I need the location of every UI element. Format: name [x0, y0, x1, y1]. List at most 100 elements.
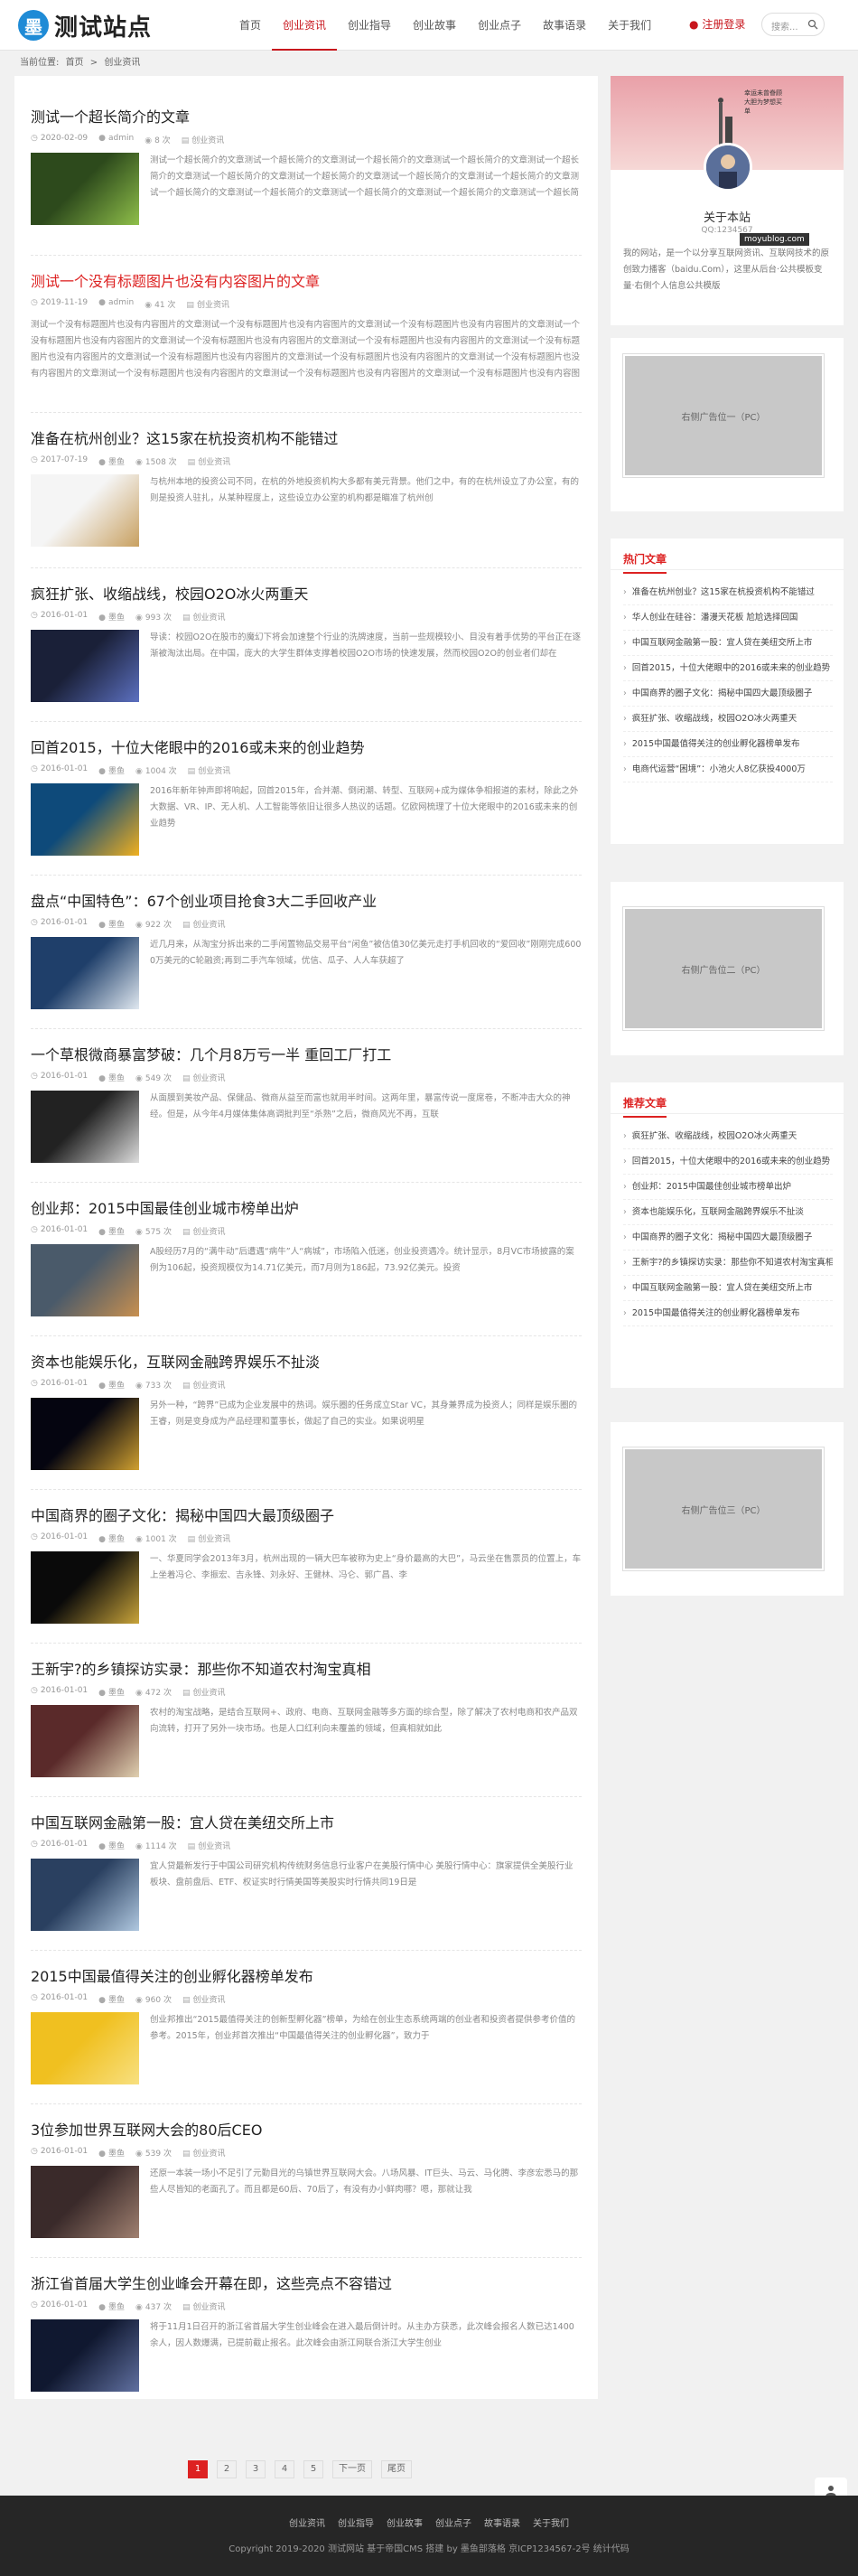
article-category[interactable]: ▤ 创业资讯	[182, 918, 226, 930]
article-author[interactable]: ● 墨鱼	[98, 1532, 125, 1544]
article-category[interactable]: ▤ 创业资讯	[182, 1686, 226, 1698]
register-login-link[interactable]: ● 注册登录	[689, 16, 745, 32]
article-thumbnail[interactable]	[31, 1244, 139, 1316]
article-category[interactable]: ▤ 创业资讯	[188, 1532, 231, 1544]
article-author[interactable]: ● 墨鱼	[98, 1225, 125, 1237]
article-title[interactable]: 浙江省首届大学生创业峰会开幕在即，这些亮点不容错过	[31, 2272, 582, 2293]
article-category[interactable]: ▤ 创业资讯	[182, 2147, 226, 2159]
nav-item-startup-news[interactable]: 创业资讯	[272, 0, 338, 51]
breadcrumb-current[interactable]: 创业资讯	[104, 58, 140, 68]
article-author[interactable]: ● 墨鱼	[98, 764, 125, 776]
nav-item-about[interactable]: 关于我们	[597, 0, 662, 51]
article-thumbnail[interactable]	[31, 2319, 139, 2392]
article-author[interactable]: ● 墨鱼	[98, 1379, 125, 1391]
nav-item-startup-ideas[interactable]: 创业点子	[467, 0, 532, 51]
recommended-article-link[interactable]: 2015中国最值得关注的创业孵化器榜单发布	[623, 1301, 833, 1326]
footer-link[interactable]: 创业故事	[387, 2515, 423, 2529]
article-thumbnail[interactable]	[31, 2166, 139, 2238]
page-3[interactable]: 3	[246, 2460, 266, 2478]
footer-link[interactable]: 创业点子	[435, 2515, 471, 2529]
article-title[interactable]: 一个草根微商暴富梦破：几个月8万亏一半 重回工厂打工	[31, 1043, 582, 1064]
hot-article-link[interactable]: 中国商界的圈子文化：揭秘中国四大最顶级圈子	[623, 681, 833, 707]
article-author[interactable]: ● 墨鱼	[98, 918, 125, 930]
site-logo[interactable]: 墨 测试站点	[18, 9, 152, 42]
article-title[interactable]: 测试一个超长简介的文章	[31, 105, 582, 126]
page-1[interactable]: 1	[188, 2460, 208, 2478]
article-title[interactable]: 王新宇?的乡镇探访实录：那些你不知道农村淘宝真相	[31, 1657, 582, 1679]
article-author[interactable]: ● admin	[98, 298, 134, 310]
article-thumbnail[interactable]	[31, 783, 139, 856]
article-thumbnail[interactable]	[31, 1551, 139, 1624]
article-author[interactable]: ● 墨鱼	[98, 1686, 125, 1698]
article-title[interactable]: 2015中国最值得关注的创业孵化器榜单发布	[31, 1964, 582, 1986]
hot-article-link[interactable]: 准备在杭州创业？这15家在杭投资机构不能错过	[623, 580, 833, 605]
recommended-article-link[interactable]: 中国商界的圈子文化：揭秘中国四大最顶级圈子	[623, 1225, 833, 1251]
hot-article-link[interactable]: 电商代运营“困境”：小池火人8亿获投4000万	[623, 757, 833, 782]
nav-item-home[interactable]: 首页	[228, 0, 272, 51]
article-title[interactable]: 中国商界的圈子文化：揭秘中国四大最顶级圈子	[31, 1503, 582, 1525]
ad-slot-3[interactable]: 右侧广告位三（PC）	[622, 1447, 825, 1571]
article-thumbnail[interactable]	[31, 1091, 139, 1163]
next-page-button[interactable]: 下一页	[332, 2460, 372, 2478]
article-title[interactable]: 回首2015，十位大佬眼中的2016或未来的创业趋势	[31, 735, 582, 757]
article-author[interactable]: ● 墨鱼	[98, 611, 125, 623]
article-category[interactable]: ▤ 创业资讯	[182, 1993, 226, 2005]
nav-item-startup-guide[interactable]: 创业指导	[337, 0, 402, 51]
hot-article-link[interactable]: 2015中国最值得关注的创业孵化器榜单发布	[623, 732, 833, 757]
footer-link[interactable]: 关于我们	[533, 2515, 569, 2529]
article-title[interactable]: 测试一个没有标题图片也没有内容图片的文章	[31, 269, 582, 291]
breadcrumb-home[interactable]: 首页	[66, 58, 84, 68]
article-category[interactable]: ▤ 创业资讯	[188, 455, 231, 467]
footer-link[interactable]: 创业指导	[338, 2515, 374, 2529]
nav-item-startup-stories[interactable]: 创业故事	[402, 0, 467, 51]
article-category[interactable]: ▤ 创业资讯	[182, 2300, 226, 2312]
article-category[interactable]: ▤ 创业资讯	[182, 1379, 226, 1391]
hot-article-link[interactable]: 疯狂扩张、收缩战线，校园O2O冰火两重天	[623, 707, 833, 732]
nav-item-quotes[interactable]: 故事语录	[532, 0, 597, 51]
article-thumbnail[interactable]	[31, 1398, 139, 1470]
article-category[interactable]: ▤ 创业资讯	[188, 764, 231, 776]
article-thumbnail[interactable]	[31, 630, 139, 702]
recommended-article-link[interactable]: 疯狂扩张、收缩战线，校园O2O冰火两重天	[623, 1124, 833, 1149]
article-title[interactable]: 资本也能娱乐化，互联网金融跨界娱乐不扯淡	[31, 1350, 582, 1372]
article-title[interactable]: 疯狂扩张、收缩战线，校园O2O冰火两重天	[31, 582, 582, 604]
article-thumbnail[interactable]	[31, 153, 139, 225]
article-title[interactable]: 盘点“中国特色”：67个创业项目抢食3大二手回收产业	[31, 889, 582, 911]
article-thumbnail[interactable]	[31, 474, 139, 547]
page-4[interactable]: 4	[275, 2460, 294, 2478]
article-category[interactable]: ▤ 创业资讯	[182, 1225, 226, 1237]
last-page-button[interactable]: 尾页	[381, 2460, 412, 2478]
recommended-article-link[interactable]: 回首2015，十位大佬眼中的2016或未来的创业趋势	[623, 1149, 833, 1175]
article-title[interactable]: 创业邦：2015中国最佳创业城市榜单出炉	[31, 1196, 582, 1218]
article-thumbnail[interactable]	[31, 1705, 139, 1777]
footer-link[interactable]: 创业资讯	[289, 2515, 325, 2529]
article-author[interactable]: ● 墨鱼	[98, 1840, 125, 1851]
article-author[interactable]: ● 墨鱼	[98, 2147, 125, 2159]
article-author[interactable]: ● admin	[98, 134, 134, 145]
recommended-article-link[interactable]: 创业邦：2015中国最佳创业城市榜单出炉	[623, 1175, 833, 1200]
article-author[interactable]: ● 墨鱼	[98, 1993, 125, 2005]
article-category[interactable]: ▤ 创业资讯	[182, 134, 225, 145]
ad-slot-2[interactable]: 右侧广告位二（PC）	[622, 906, 825, 1031]
article-title[interactable]: 准备在杭州创业？这15家在杭投资机构不能错过	[31, 426, 582, 448]
ad-slot-1[interactable]: 右侧广告位一（PC）	[622, 353, 825, 478]
recommended-article-link[interactable]: 资本也能娱乐化，互联网金融跨界娱乐不扯淡	[623, 1200, 833, 1225]
hot-article-link[interactable]: 回首2015，十位大佬眼中的2016或未来的创业趋势	[623, 656, 833, 681]
page-2[interactable]: 2	[217, 2460, 237, 2478]
article-title[interactable]: 中国互联网金融第一股：宜人贷在美纽交所上市	[31, 1811, 582, 1832]
article-category[interactable]: ▤ 创业资讯	[182, 1072, 226, 1083]
hot-article-link[interactable]: 华人创业在硅谷：潘漫天花板 尬尬选择回国	[623, 605, 833, 631]
page-5[interactable]: 5	[303, 2460, 323, 2478]
article-thumbnail[interactable]	[31, 937, 139, 1009]
article-thumbnail[interactable]	[31, 1859, 139, 1931]
article-thumbnail[interactable]	[31, 2012, 139, 2084]
article-author[interactable]: ● 墨鱼	[98, 1072, 125, 1083]
article-category[interactable]: ▤ 创业资讯	[188, 1840, 231, 1851]
article-category[interactable]: ▤ 创业资讯	[182, 611, 226, 623]
search-icon[interactable]	[807, 19, 818, 30]
hot-article-link[interactable]: 中国互联网金融第一股：宜人贷在美纽交所上市	[623, 631, 833, 656]
recommended-article-link[interactable]: 中国互联网金融第一股：宜人贷在美纽交所上市	[623, 1276, 833, 1301]
search-input[interactable]: 搜索...	[761, 13, 825, 36]
footer-link[interactable]: 故事语录	[484, 2515, 520, 2529]
recommended-article-link[interactable]: 王新宇?的乡镇探访实录：那些你不知道农村淘宝真相	[623, 1251, 833, 1276]
